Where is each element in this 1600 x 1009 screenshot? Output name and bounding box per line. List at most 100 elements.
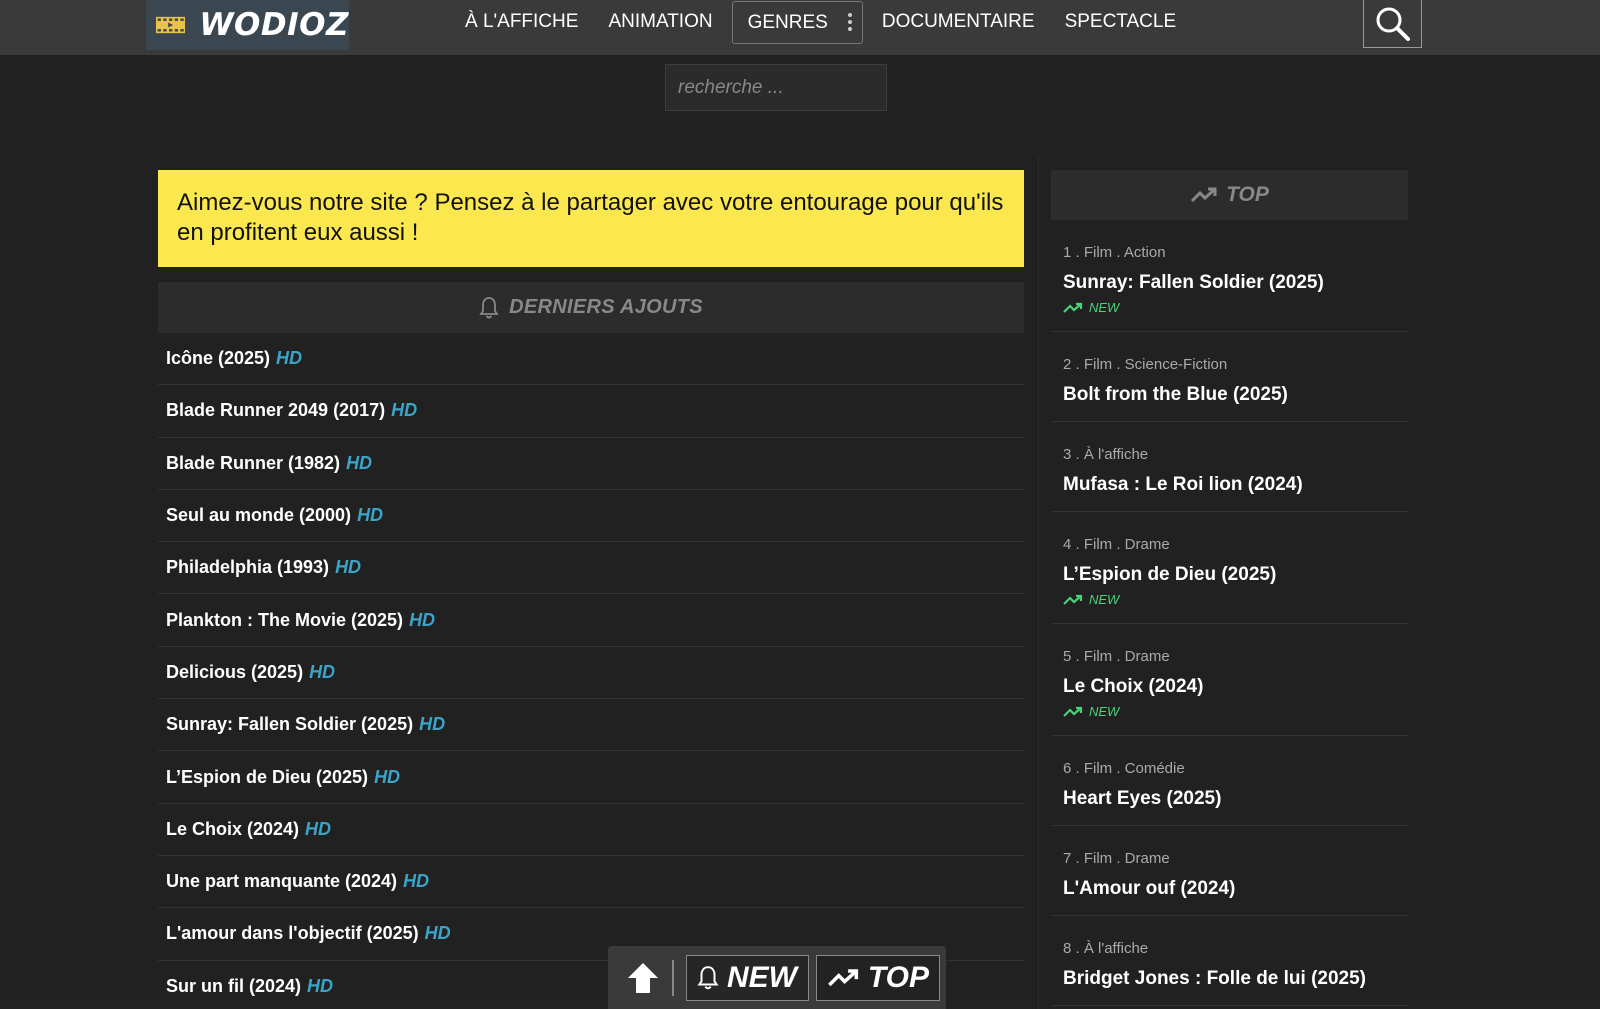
top-item[interactable]: 8 . À l'affiche Bridget Jones : Folle de… <box>1051 916 1408 1006</box>
list-item[interactable]: Une part manquante (2024) HD <box>158 856 1024 909</box>
list-item[interactable]: L’Espion de Dieu (2025) HD <box>158 751 1024 804</box>
top-item[interactable]: 3 . À l'affiche Mufasa : Le Roi lion (20… <box>1051 422 1408 512</box>
top-header: TOP <box>1051 170 1408 220</box>
movie-title: Seul au monde (2000) <box>166 505 352 526</box>
movie-title: L’Espion de Dieu (2025) <box>166 766 369 787</box>
top-item-title[interactable]: L’Espion de Dieu (2025) <box>1063 564 1276 586</box>
nav-item-genres[interactable]: GENRES <box>731 0 863 44</box>
movie-title: Le Choix (2024) <box>166 818 300 839</box>
more-vertical-icon <box>847 13 852 31</box>
scroll-top-button[interactable] <box>620 955 666 1001</box>
top-title: TOP <box>1226 183 1269 206</box>
genres-label: GENRES <box>747 11 828 33</box>
hd-badge: HD <box>357 505 384 526</box>
site-logo[interactable]: WODIOZ <box>146 0 349 50</box>
list-item[interactable]: Philadelphia (1993) HD <box>158 542 1024 595</box>
nav-item-animation[interactable]: ANIMATION <box>593 0 727 44</box>
top-item[interactable]: 5 . Film . Drame Le Choix (2024) NEW <box>1051 624 1408 736</box>
new-badge: NEW <box>1063 704 1119 719</box>
list-item[interactable]: Icône (2025) HD <box>158 333 1024 386</box>
top-item[interactable]: 7 . Film . Drame L'Amour ouf (2024) <box>1051 826 1408 916</box>
list-item[interactable]: Plankton : The Movie (2025) HD <box>158 594 1024 647</box>
nav-item-a-l-affiche[interactable]: À L'AFFICHE <box>450 0 593 44</box>
film-strip-icon <box>156 16 186 34</box>
nav-item-documentaire[interactable]: DOCUMENTAIRE <box>867 0 1050 44</box>
hd-badge: HD <box>374 766 401 787</box>
logo-text: WODIOZ <box>199 7 349 43</box>
hd-badge: HD <box>403 871 430 892</box>
floating-action-bar: NEW TOP <box>608 946 946 1009</box>
hd-badge: HD <box>419 714 446 735</box>
top-item-title[interactable]: Le Choix (2024) <box>1063 676 1203 698</box>
separator <box>672 959 674 996</box>
top-item-meta: 4 . Film . Drame <box>1063 536 1170 553</box>
top-item-meta: 1 . Film . Action <box>1063 244 1166 261</box>
list-item[interactable]: Sunray: Fallen Soldier (2025) HD <box>158 699 1024 752</box>
top-item[interactable]: 2 . Film . Science-Fiction Bolt from the… <box>1051 332 1408 422</box>
movie-title: Sur un fil (2024) <box>166 975 302 996</box>
list-item[interactable]: Le Choix (2024) HD <box>158 804 1024 856</box>
new-label: NEW <box>1089 300 1120 315</box>
hd-badge: HD <box>276 348 303 369</box>
movie-title: Philadelphia (1993) <box>166 557 330 578</box>
movie-title: Delicious (2025) <box>166 661 304 682</box>
top-item-title[interactable]: Bridget Jones : Folle de lui (2025) <box>1063 968 1366 990</box>
movie-title: Blade Runner 2049 (2017) <box>166 400 386 421</box>
hd-badge: HD <box>409 609 436 630</box>
hd-badge: HD <box>307 975 334 996</box>
list-item[interactable]: Delicious (2025) HD <box>158 647 1024 700</box>
new-button-label: NEW <box>727 960 797 994</box>
new-button[interactable]: NEW <box>686 954 809 1001</box>
trending-up-icon <box>828 968 859 986</box>
hd-badge: HD <box>391 400 418 421</box>
top-item-meta: 3 . À l'affiche <box>1063 446 1149 463</box>
trending-up-icon <box>1191 187 1217 203</box>
hd-badge: HD <box>305 818 332 839</box>
top-button-label: TOP <box>867 960 929 994</box>
new-label: NEW <box>1089 592 1120 607</box>
top-item-meta: 2 . Film . Science-Fiction <box>1063 356 1228 373</box>
trending-up-icon <box>1063 706 1083 717</box>
top-item[interactable]: 6 . Film . Comédie Heart Eyes (2025) <box>1051 736 1408 826</box>
top-item-title[interactable]: L'Amour ouf (2024) <box>1063 878 1235 900</box>
list-item[interactable]: Seul au monde (2000) HD <box>158 490 1024 543</box>
top-item-title[interactable]: Heart Eyes (2025) <box>1063 788 1221 810</box>
new-label: NEW <box>1089 704 1120 719</box>
movie-title: Une part manquante (2024) <box>166 871 398 892</box>
top-item-meta: 6 . Film . Comédie <box>1063 760 1185 777</box>
search-input[interactable] <box>665 64 887 111</box>
movie-title: Blade Runner (1982) <box>166 452 341 473</box>
trending-up-icon <box>1063 302 1083 313</box>
hd-badge: HD <box>335 557 362 578</box>
nav-item-spectacle[interactable]: SPECTACLE <box>1050 0 1192 44</box>
top-button[interactable]: TOP <box>816 954 940 1001</box>
top-item[interactable]: 4 . Film . Drame L’Espion de Dieu (2025)… <box>1051 512 1408 624</box>
top-navbar: WODIOZ À L'AFFICHE ANIMATION GENRES DOCU… <box>0 0 1600 55</box>
trending-up-icon <box>1063 594 1083 605</box>
search-button[interactable] <box>1363 0 1422 48</box>
new-badge: NEW <box>1063 592 1119 607</box>
top-item[interactable]: 1 . Film . Action Sunray: Fallen Soldier… <box>1051 220 1408 332</box>
top-item-title[interactable]: Mufasa : Le Roi lion (2024) <box>1063 474 1303 496</box>
arrow-up-icon <box>628 962 658 993</box>
top-item-meta: 8 . À l'affiche <box>1063 940 1149 957</box>
latest-additions-header: DERNIERS AJOUTS <box>158 282 1024 333</box>
hd-badge: HD <box>309 661 336 682</box>
column-divider <box>1038 155 1039 1009</box>
list-item[interactable]: Blade Runner (1982) HD <box>158 438 1024 490</box>
search-icon <box>1376 7 1410 41</box>
hd-badge: HD <box>346 452 373 473</box>
movie-title: Icône (2025) <box>166 348 271 369</box>
top-item-title[interactable]: Bolt from the Blue (2025) <box>1063 384 1288 406</box>
movie-title: Plankton : The Movie (2025) <box>166 609 404 630</box>
top-item-title[interactable]: Sunray: Fallen Soldier (2025) <box>1063 272 1324 294</box>
movie-title: Sunray: Fallen Soldier (2025) <box>166 714 414 735</box>
main-menu: À L'AFFICHE ANIMATION GENRES DOCUMENTAIR… <box>450 0 1191 44</box>
new-badge: NEW <box>1063 300 1119 315</box>
list-item[interactable]: Blade Runner 2049 (2017) HD <box>158 385 1024 438</box>
bell-icon <box>697 965 719 989</box>
latest-additions-list: Icône (2025) HD Blade Runner 2049 (2017) H… <box>158 333 1024 1009</box>
top-item-meta: 5 . Film . Drame <box>1063 648 1170 665</box>
latest-additions-title: DERNIERS AJOUTS <box>509 296 703 318</box>
share-promo-banner: Aimez-vous notre site ? Pensez à le part… <box>158 170 1024 267</box>
